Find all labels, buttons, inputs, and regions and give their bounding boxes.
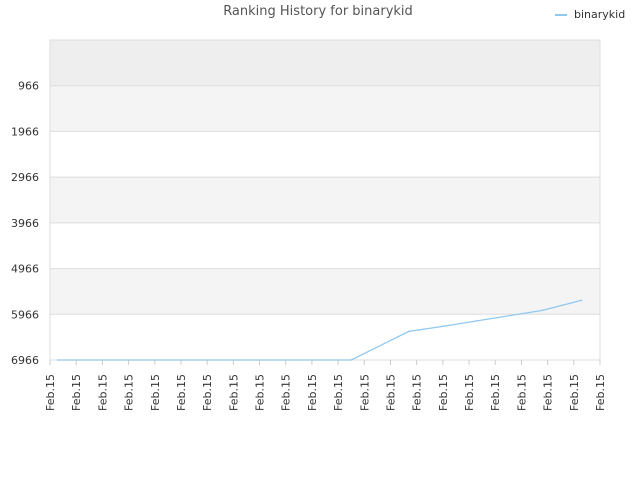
x-tick-label: Feb.15 [568,374,581,411]
x-tick-label: Feb.15 [123,374,136,411]
ranking-chart: 966196629663966496659666966 Feb.15 Feb.15… [11,39,607,411]
x-tick-label: Feb.15 [254,374,267,411]
y-tick-label: 5966 [11,308,39,321]
x-tick-label: Feb.15 [44,374,57,411]
plot-band [50,268,600,315]
x-tick-label: Feb.15 [227,374,240,411]
x-tick-label: Feb.15 [70,374,83,411]
y-tick-label: 3966 [11,217,39,230]
x-tick-label: Feb.15 [594,374,607,411]
y-axis: 966 1966 2966 3966 4966 5966 6966 [11,80,39,367]
x-tick-label: Feb.15 [358,374,371,411]
data-point[interactable] [350,359,352,361]
x-tick-label: Feb.15 [149,374,162,411]
x-tick-label: Feb.15 [306,374,319,411]
data-point[interactable] [580,299,583,302]
data-point[interactable] [541,309,544,312]
x-tick-label: Feb.15 [411,374,424,411]
data-point[interactable] [57,359,59,361]
plot-band [50,40,600,86]
y-tick-label: 2966 [11,171,39,184]
x-tick-label: Feb.15 [489,374,502,411]
x-tick-label: Feb.15 [542,374,555,411]
x-tick-label: Feb.15 [201,374,214,411]
plot-band [50,85,600,132]
x-tick-label: Feb.15 [280,374,293,411]
y-tick-label: 4966 [11,263,39,276]
data-point[interactable] [510,314,512,317]
x-axis: Feb.15 Feb.15 Feb.15 Feb.15 Feb.15 Feb.15 Feb.… [44,360,607,411]
x-tick-label: Feb.15 [437,374,450,411]
plot-band [50,177,600,223]
y-tick-label: 966 [18,80,39,93]
x-tick-label: Feb.15 [332,374,345,411]
plot-band [50,222,600,269]
data-point[interactable] [442,325,444,328]
plot-band [50,314,600,360]
x-tick-label: Feb.15 [175,374,188,411]
data-point[interactable] [476,320,478,322]
data-point[interactable] [408,330,410,333]
x-tick-label: Feb.15 [515,374,528,411]
y-tick-label: 1966 [11,125,39,138]
y-tick-label: 6966 [11,354,39,367]
plot-band [50,131,600,178]
plot-bands [50,40,600,360]
x-tick-label: Feb.15 [96,374,109,411]
x-tick-label: Feb.15 [384,374,397,411]
x-tick-label: Feb.15 [463,374,476,411]
